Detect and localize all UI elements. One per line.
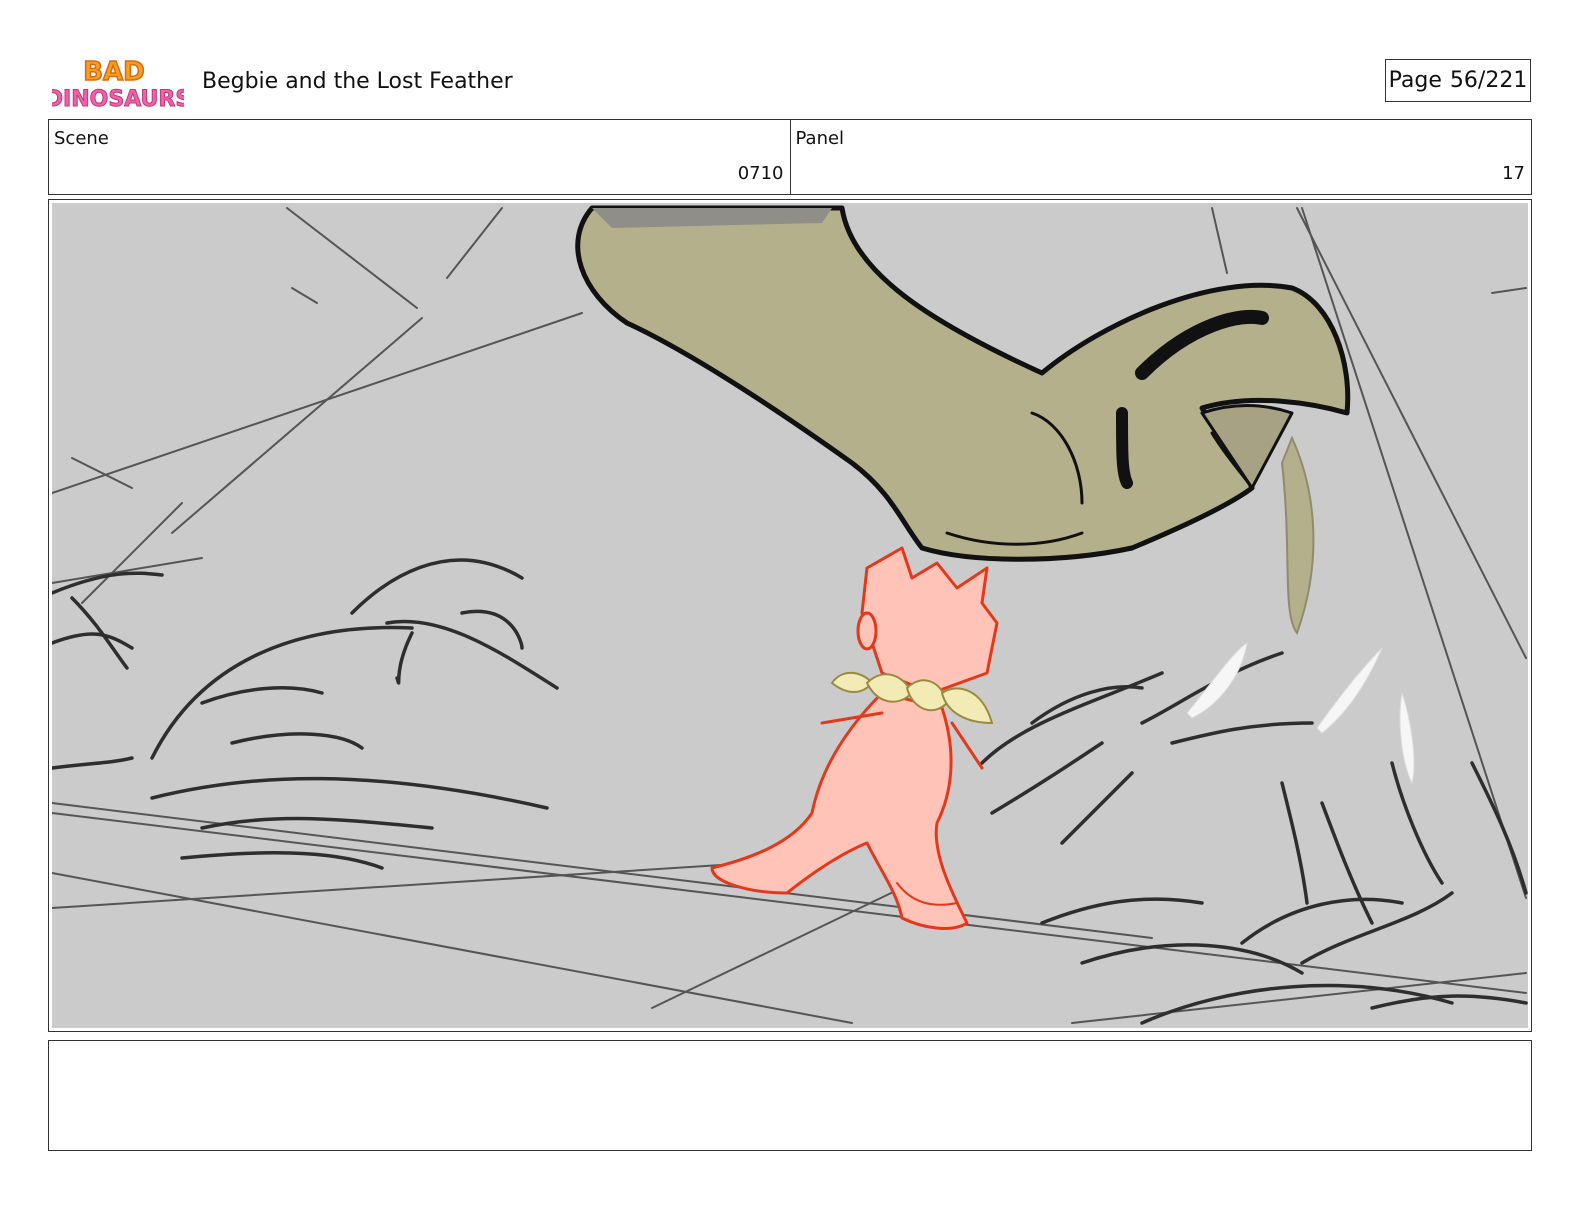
storyboard-drawing [52,203,1528,1028]
page-label: Page [1388,68,1442,93]
bad-dinosaurs-logo: BAD DINOSAURS [52,56,184,112]
svg-text:DINOSAURS: DINOSAURS [52,87,184,112]
storyboard-panel [48,199,1532,1032]
page-number: 56/221 [1449,68,1528,93]
svg-text:BAD: BAD [83,57,145,87]
scene-cell: Scene 0710 [49,120,790,194]
page-indicator: Page 56/221 [1385,59,1531,102]
panel-label: Panel [795,128,845,149]
panel-number: 17 [1502,163,1525,184]
panel-cell: Panel 17 [789,120,1532,194]
scene-panel-row: Scene 0710 Panel 17 [48,119,1532,195]
panel-notes-box [48,1040,1532,1151]
scene-label: Scene [54,128,109,149]
scene-number: 0710 [737,163,784,184]
document-title: Begbie and the Lost Feather [202,69,513,94]
